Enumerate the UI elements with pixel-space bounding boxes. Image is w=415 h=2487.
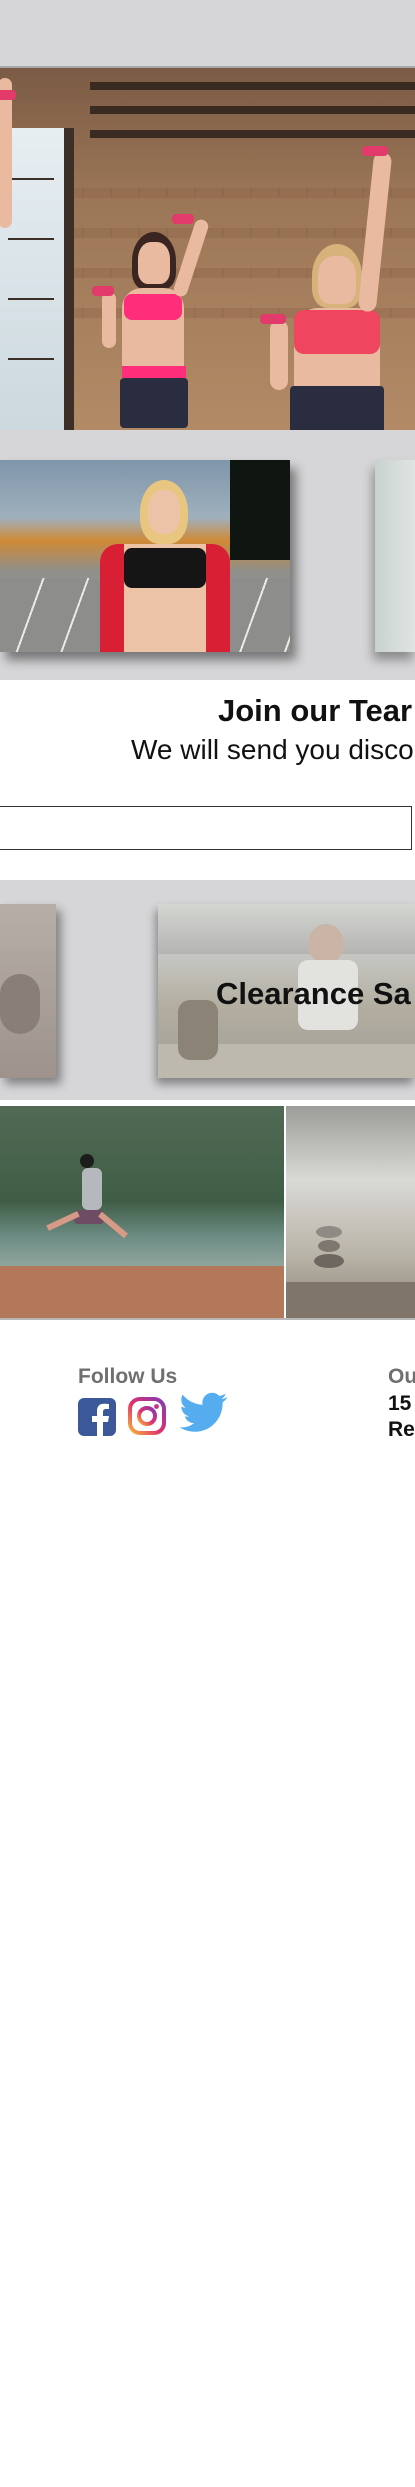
gallery-card-woman-red-jacket[interactable] [0, 460, 290, 652]
hero-image [0, 68, 415, 430]
gallery-card-next[interactable] [375, 460, 415, 652]
newsletter-subtitle: We will send you discou [131, 734, 415, 765]
follow-us-heading: Follow Us [78, 1365, 178, 1388]
facebook-icon[interactable] [78, 1398, 116, 1436]
promo-card-previous[interactable] [0, 904, 56, 1078]
black-sports-bra [124, 548, 206, 588]
ceiling-beam [90, 130, 415, 138]
photo-stone-cairn[interactable] [286, 1106, 415, 1318]
woman-pink-top [92, 214, 211, 430]
woman-red-top [250, 146, 400, 430]
section-divider [0, 1318, 415, 1320]
woman-left-edge [0, 68, 20, 430]
runner-head [80, 1154, 94, 1168]
instructor-head [308, 924, 344, 964]
location-heading: Ou [388, 1365, 415, 1388]
address-line-2: Re [388, 1418, 415, 1441]
gym-member [178, 1000, 218, 1060]
email-input[interactable] [0, 806, 412, 850]
ceiling-beam [90, 82, 415, 90]
twitter-icon[interactable] [178, 1392, 228, 1436]
instagram-icon[interactable] [127, 1396, 167, 1436]
gym-ceiling [158, 904, 415, 954]
photo-running-woman[interactable] [0, 1106, 284, 1318]
runner-leg [98, 1211, 128, 1239]
ceiling-beam [90, 106, 415, 114]
top-bar [0, 0, 415, 66]
clearance-sale-label: Clearance Sa [216, 976, 411, 1011]
face [148, 490, 180, 534]
runner-top [82, 1168, 102, 1210]
address-line-1: 15 [388, 1392, 412, 1415]
tree-shadow [230, 460, 290, 560]
newsletter-title: Join our Tear [218, 693, 413, 728]
beach-ground [0, 1266, 284, 1318]
